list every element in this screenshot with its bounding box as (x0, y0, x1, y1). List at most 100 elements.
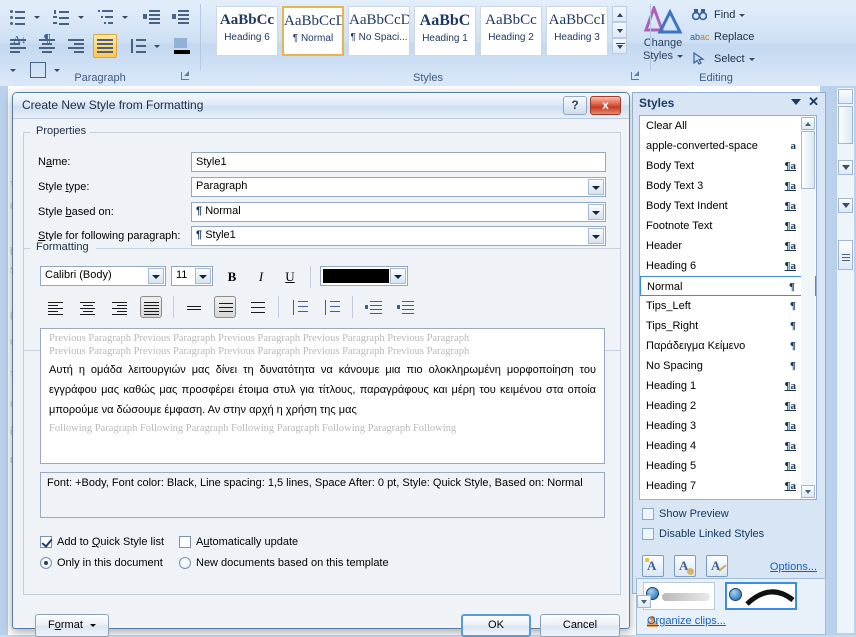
select-button[interactable]: Select (693, 49, 755, 69)
style-gallery-item[interactable]: AaBbC Heading 1 (414, 6, 476, 56)
font-size-combo[interactable]: 11 (171, 266, 213, 286)
multilevel-list-icon[interactable] (94, 5, 118, 29)
list-scroll-thumb[interactable] (801, 131, 815, 189)
chevron-down-icon[interactable] (588, 204, 604, 220)
paragraph-dialog-launcher[interactable] (180, 71, 192, 83)
chevron-down-icon[interactable] (390, 268, 406, 284)
close-icon[interactable]: ✕ (808, 95, 819, 109)
justify-button[interactable] (140, 296, 162, 318)
style-gallery-item[interactable]: AaBbCc Heading 2 (480, 6, 542, 56)
chevron-down-icon[interactable] (791, 99, 801, 105)
underline-button[interactable]: U (279, 266, 301, 288)
show-preview-checkbox[interactable] (642, 508, 654, 520)
list-item-selected[interactable]: Normal ¶ (640, 276, 816, 296)
select-browse-object-button[interactable] (838, 240, 853, 270)
gallery-scrollbar[interactable] (612, 6, 627, 56)
manage-styles-button[interactable]: A (706, 555, 728, 577)
styles-dialog-launcher[interactable] (630, 71, 642, 83)
list-scroll-up-button[interactable] (801, 117, 815, 130)
style-inspector-button[interactable]: A (674, 555, 696, 577)
list-item[interactable]: Heading 3 ¶a (640, 416, 816, 436)
dialog-title-bar[interactable]: Create New Style from Formatting ? x (13, 93, 629, 119)
help-button[interactable]: ? (563, 96, 587, 115)
styles-list-scrollbar[interactable] (801, 117, 815, 498)
shading-icon[interactable] (170, 34, 194, 58)
add-to-quick-style-checkbox[interactable] (40, 536, 52, 548)
multilevel-list-dropdown-icon[interactable] (118, 5, 131, 29)
align-right-button[interactable] (108, 296, 130, 318)
style-based-on-combo[interactable]: ¶ Normal (191, 202, 606, 222)
justify-icon[interactable] (93, 34, 118, 58)
bullets-dropdown-icon[interactable] (30, 5, 43, 29)
numbering-icon[interactable] (50, 5, 74, 29)
line-spacing-single-button[interactable] (182, 296, 204, 318)
browse-prev-button[interactable] (838, 160, 853, 175)
list-item[interactable]: Tips_Left ¶ (640, 296, 816, 316)
style-gallery-item[interactable]: AaBbCcDc ¶ No Spaci... (348, 6, 410, 56)
replace-button[interactable]: abac Replace (690, 27, 754, 47)
numbering-dropdown-icon[interactable] (74, 5, 87, 29)
list-item[interactable]: Clear All (640, 116, 816, 136)
font-color-combo[interactable] (320, 266, 408, 286)
italic-button[interactable]: I (250, 266, 272, 288)
increase-indent-button[interactable] (394, 296, 416, 318)
chevron-down-icon[interactable] (195, 268, 211, 284)
chevron-down-icon[interactable] (588, 179, 604, 195)
cancel-button[interactable]: Cancel (540, 614, 620, 637)
format-button[interactable]: Format (35, 614, 109, 637)
list-item[interactable]: Header ¶a (640, 236, 816, 256)
list-item[interactable]: Παράδειγμα Κείμενο ¶ (640, 336, 816, 356)
gallery-scroll-down-button[interactable] (612, 22, 627, 38)
organize-clips-link[interactable]: Organize clips... (647, 615, 726, 627)
clip-thumbnail-1[interactable] (643, 582, 715, 610)
list-item[interactable]: Body Text 3 ¶a (640, 176, 816, 196)
browse-next-button[interactable] (838, 198, 853, 213)
list-item[interactable]: apple-converted-space a (640, 136, 816, 156)
list-item[interactable]: Heading 1 ¶a (640, 376, 816, 396)
style-gallery-item[interactable]: AaBbCcI Heading 3 (546, 6, 608, 56)
align-center-button[interactable] (76, 296, 98, 318)
options-link[interactable]: Options... (770, 561, 817, 573)
disable-linked-styles-checkbox[interactable] (642, 528, 654, 540)
new-documents-radio[interactable] (179, 557, 191, 569)
increase-space-before-button[interactable] (320, 296, 342, 318)
clip-thumbnail-2[interactable] (725, 582, 797, 610)
bold-button[interactable]: B (221, 266, 243, 288)
only-in-this-document-radio[interactable] (40, 557, 52, 569)
close-icon[interactable]: x (590, 96, 621, 115)
list-item[interactable]: No Spacing ¶ (640, 356, 816, 376)
list-item[interactable]: Heading 7 ¶a (640, 476, 816, 496)
list-item[interactable]: Heading 6 ¶a (640, 256, 816, 276)
style-gallery-item-current[interactable]: AaBbCcDc ¶ Normal (282, 6, 344, 56)
list-item[interactable]: Tips_Right ¶ (640, 316, 816, 336)
document-scrollbar[interactable] (836, 88, 854, 633)
gallery-scroll-up-button[interactable] (612, 6, 627, 22)
decrease-indent-button[interactable] (362, 296, 384, 318)
style-gallery-item[interactable]: AaBbCc Heading 6 (216, 6, 278, 56)
find-button[interactable]: Find (691, 5, 746, 25)
bullets-icon[interactable] (6, 5, 30, 29)
line-spacing-icon[interactable] (126, 34, 150, 58)
align-center-icon[interactable] (35, 34, 59, 58)
font-name-combo[interactable]: Calibri (Body) (40, 266, 166, 286)
list-item[interactable]: Body Text ¶a (640, 156, 816, 176)
styles-list[interactable]: Clear All apple-converted-space a Body Te… (639, 115, 817, 500)
decrease-indent-icon[interactable] (140, 5, 164, 29)
ok-button[interactable]: OK (461, 614, 531, 637)
list-item[interactable]: Heading 5 ¶a (640, 456, 816, 476)
list-scroll-down-button[interactable] (801, 485, 815, 498)
chevron-down-icon[interactable] (588, 228, 604, 244)
list-item[interactable]: Heading 4 ¶a (640, 436, 816, 456)
list-item[interactable]: Footnote Text ¶a (640, 216, 816, 236)
scroll-up-button[interactable] (838, 89, 853, 104)
automatically-update-checkbox[interactable] (179, 536, 191, 548)
align-left-icon[interactable] (6, 34, 30, 58)
scroll-thumb[interactable] (838, 106, 853, 144)
style-type-combo[interactable]: Paragraph (191, 177, 606, 197)
list-item[interactable]: Body Text Indent ¶a (640, 196, 816, 216)
style-following-combo[interactable]: ¶ Style1 (191, 226, 606, 246)
line-spacing-double-button[interactable] (246, 296, 268, 318)
align-left-button[interactable] (44, 296, 66, 318)
increase-indent-icon[interactable] (169, 5, 193, 29)
line-spacing-dropdown-icon[interactable] (150, 34, 163, 58)
